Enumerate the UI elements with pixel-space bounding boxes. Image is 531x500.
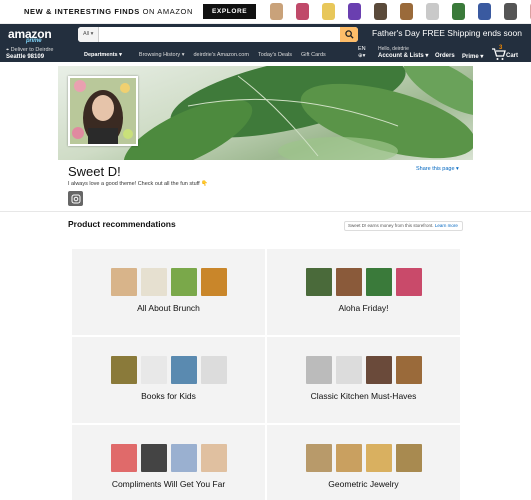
- nav-link-my-amazon[interactable]: deirdrie's Amazon.com: [193, 52, 248, 58]
- idea-list-card[interactable]: Classic Kitchen Must-Haves: [267, 337, 460, 423]
- search-icon: [344, 30, 354, 39]
- promo-item-thumb[interactable]: [504, 3, 518, 20]
- product-thumbnail[interactable]: [200, 268, 227, 296]
- promo-strip[interactable]: NEW & INTERESTING FINDS ON AMAZON EXPLOR…: [0, 0, 531, 24]
- fathers-day-banner[interactable]: Father's Day FREE Shipping ends soon: [372, 28, 522, 38]
- search-input[interactable]: [99, 27, 340, 42]
- product-thumbnail[interactable]: [305, 356, 332, 384]
- deliver-to[interactable]: ⌖ Deliver to Deirdre Seattle 98109: [6, 47, 53, 60]
- promo-item-thumb[interactable]: [400, 3, 414, 20]
- product-thumbnail[interactable]: [110, 268, 137, 296]
- product-thumbnail[interactable]: [335, 356, 362, 384]
- idea-list-card[interactable]: Books for Kids: [72, 337, 265, 423]
- prime-menu[interactable]: Prime ▾: [462, 53, 483, 60]
- product-thumbnail[interactable]: [305, 268, 332, 296]
- promo-item-thumb[interactable]: [296, 3, 310, 20]
- promo-items[interactable]: [270, 3, 531, 20]
- product-thumbnail[interactable]: [170, 268, 197, 296]
- card-products: [267, 356, 460, 384]
- share-page-link[interactable]: Share this page ▾: [416, 166, 459, 172]
- product-thumbnail[interactable]: [140, 444, 167, 472]
- product-thumbnail[interactable]: [140, 356, 167, 384]
- nav-link-gift-cards[interactable]: Gift Cards: [301, 52, 326, 58]
- nav-link-browsing-history[interactable]: Browsing History ▾: [139, 52, 185, 58]
- product-thumbnail[interactable]: [170, 444, 197, 472]
- product-thumbnail[interactable]: [200, 444, 227, 472]
- avatar-photo: [70, 78, 136, 144]
- product-thumbnail[interactable]: [170, 356, 197, 384]
- product-thumbnail[interactable]: [365, 356, 392, 384]
- promo-item-thumb[interactable]: [478, 3, 492, 20]
- product-thumbnail[interactable]: [335, 444, 362, 472]
- card-title[interactable]: Compliments Will Get You Far: [72, 479, 265, 489]
- product-thumbnail[interactable]: [110, 356, 137, 384]
- card-title[interactable]: Classic Kitchen Must-Haves: [267, 391, 460, 401]
- storefront-name: Sweet D!: [68, 164, 121, 179]
- product-thumbnail[interactable]: [395, 356, 422, 384]
- product-thumbnail[interactable]: [365, 268, 392, 296]
- instagram-button[interactable]: [68, 191, 83, 206]
- promo-item-thumb[interactable]: [374, 3, 388, 20]
- nav-link-todays-deals[interactable]: Today's Deals: [258, 52, 292, 58]
- cart-button[interactable]: 3 Cart: [491, 45, 525, 61]
- promo-headline: NEW & INTERESTING FINDS ON AMAZON: [24, 7, 193, 16]
- promo-item-thumb[interactable]: [270, 3, 284, 20]
- earnings-disclosure: Sweet D! earns money from this storefron…: [344, 221, 463, 231]
- search-dept-select[interactable]: All ▾: [78, 27, 100, 42]
- promo-item-thumb[interactable]: [426, 3, 440, 20]
- promo-item-thumb[interactable]: [322, 3, 336, 20]
- card-products: [72, 268, 265, 296]
- account-menu[interactable]: Hello, deirdrie Account & Lists ▾: [378, 46, 428, 60]
- idea-list-card[interactable]: Geometric Jewelry: [267, 425, 460, 500]
- product-thumbnail[interactable]: [110, 444, 137, 472]
- language-select[interactable]: EN ⊕▾: [358, 46, 366, 60]
- product-thumbnail[interactable]: [140, 268, 167, 296]
- product-thumbnail[interactable]: [200, 356, 227, 384]
- card-title[interactable]: Books for Kids: [72, 391, 265, 401]
- idea-list-card[interactable]: All About Brunch: [72, 249, 265, 335]
- product-thumbnail[interactable]: [395, 444, 422, 472]
- section-divider: [0, 211, 531, 212]
- profile-avatar: [68, 76, 138, 146]
- product-thumbnail[interactable]: [305, 444, 332, 472]
- search-button[interactable]: [340, 27, 358, 42]
- learn-more-link[interactable]: Learn more: [435, 223, 458, 228]
- card-products: [267, 444, 460, 472]
- instagram-icon: [71, 194, 80, 203]
- avatar: [70, 78, 136, 144]
- search-bar: All ▾: [78, 27, 358, 42]
- idea-list-card[interactable]: Compliments Will Get You Far: [72, 425, 265, 500]
- explore-button[interactable]: EXPLORE: [202, 4, 257, 19]
- location-pin-icon: ⌖: [6, 47, 10, 53]
- promo-item-thumb[interactable]: [348, 3, 362, 20]
- card-title[interactable]: All About Brunch: [72, 303, 265, 313]
- cart-count: 3: [499, 45, 503, 51]
- product-thumbnail[interactable]: [365, 444, 392, 472]
- card-products: [267, 268, 460, 296]
- card-products: [72, 444, 265, 472]
- card-title[interactable]: Geometric Jewelry: [267, 479, 460, 489]
- product-thumbnail[interactable]: [395, 268, 422, 296]
- departments-menu[interactable]: Departments ▾: [84, 52, 122, 58]
- product-thumbnail[interactable]: [335, 268, 362, 296]
- orders-link[interactable]: Orders: [435, 53, 455, 59]
- idea-list-card[interactable]: Aloha Friday!: [267, 249, 460, 335]
- storefront-bio: I always love a good theme! Check out al…: [68, 181, 209, 187]
- globe-icon: ⊕▾: [358, 53, 366, 59]
- top-nav: amazon prime All ▾ Father's Day FREE Shi…: [0, 24, 531, 62]
- recommendations-heading: Product recommendations: [68, 219, 176, 229]
- promo-item-thumb[interactable]: [452, 3, 466, 20]
- card-products: [72, 356, 265, 384]
- card-title[interactable]: Aloha Friday!: [267, 303, 460, 313]
- nav-links: Departments ▾ Browsing History ▾ deirdri…: [84, 52, 326, 58]
- amazon-logo[interactable]: amazon prime: [8, 27, 52, 44]
